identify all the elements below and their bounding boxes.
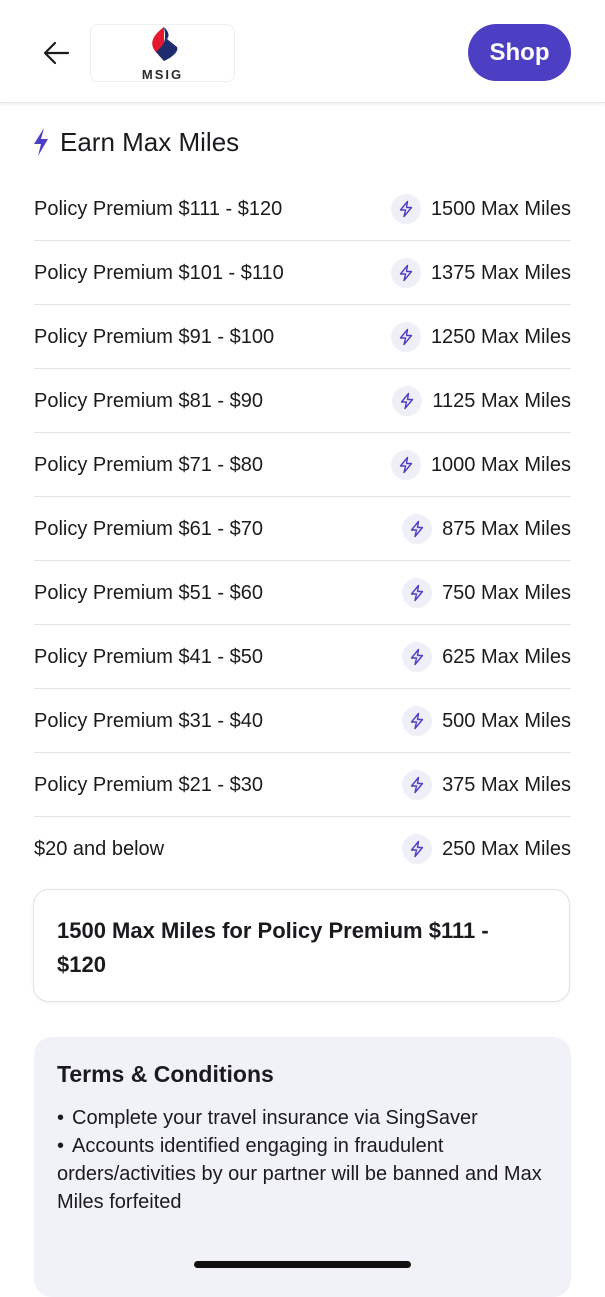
terms-list: Complete your travel insurance via SingS… xyxy=(57,1104,549,1216)
terms-item: Accounts identified engaging in fraudule… xyxy=(57,1132,549,1216)
section-title: Earn Max Miles xyxy=(60,126,240,157)
shop-button[interactable]: Shop xyxy=(468,24,571,81)
arrow-left-icon xyxy=(43,41,70,65)
tier-row: Policy Premium $41 - $50 625 Max Miles xyxy=(34,626,571,689)
tier-label: Policy Premium $91 - $100 xyxy=(34,325,275,348)
tier-label: Policy Premium $81 - $90 xyxy=(34,389,263,412)
tier-miles: 1000 Max Miles xyxy=(430,453,571,476)
tier-miles: 500 Max Miles xyxy=(442,709,571,732)
tier-label: $20 and below xyxy=(34,837,165,860)
tier-row: Policy Premium $51 - $60 750 Max Miles xyxy=(34,562,571,625)
tier-miles: 1125 Max Miles xyxy=(432,389,571,412)
tier-reward: 1250 Max Miles xyxy=(390,322,571,352)
lightning-bolt-icon xyxy=(390,450,421,480)
tier-miles: 1250 Max Miles xyxy=(430,325,571,348)
tier-miles: 1500 Max Miles xyxy=(430,197,571,220)
lightning-bolt-icon xyxy=(390,258,421,288)
tier-miles: 625 Max Miles xyxy=(442,645,571,668)
earn-max-miles-heading: Earn Max Miles xyxy=(32,122,239,162)
logo-text: MSIG xyxy=(141,67,184,82)
tier-row: Policy Premium $91 - $100 1250 Max Miles xyxy=(34,306,571,369)
terms-item: Complete your travel insurance via SingS… xyxy=(57,1104,549,1132)
tier-reward: 750 Max Miles xyxy=(402,578,571,608)
miles-tier-list: Policy Premium $111 - $120 1500 Max Miles… xyxy=(34,178,571,881)
tier-row: $20 and below 250 Max Miles xyxy=(34,818,571,880)
lightning-bolt-icon xyxy=(402,706,433,736)
tier-reward: 500 Max Miles xyxy=(402,706,571,736)
tier-label: Policy Premium $41 - $50 xyxy=(34,645,263,668)
tier-row: Policy Premium $81 - $90 1125 Max Miles xyxy=(34,370,571,433)
lightning-bolt-icon xyxy=(390,322,421,352)
summary-text: 1500 Max Miles for Policy Premium $111 -… xyxy=(57,918,489,977)
tier-miles: 1375 Max Miles xyxy=(430,261,571,284)
home-indicator xyxy=(194,1261,411,1268)
tier-reward: 1125 Max Miles xyxy=(392,386,571,416)
lightning-bolt-icon xyxy=(402,514,433,544)
tier-miles: 875 Max Miles xyxy=(442,517,571,540)
tier-label: Policy Premium $111 - $120 xyxy=(34,197,283,220)
tier-label: Policy Premium $71 - $80 xyxy=(34,453,263,476)
tier-reward: 250 Max Miles xyxy=(402,834,571,864)
tier-label: Policy Premium $51 - $60 xyxy=(34,581,263,604)
tier-row: Policy Premium $111 - $120 1500 Max Miles xyxy=(34,178,571,241)
tier-label: Policy Premium $61 - $70 xyxy=(34,517,263,540)
lightning-bolt-icon xyxy=(402,578,433,608)
lightning-bolt-icon xyxy=(392,386,423,416)
tier-row: Policy Premium $21 - $30 375 Max Miles xyxy=(34,754,571,817)
top-bar: MSIG Shop xyxy=(0,0,605,103)
tier-label: Policy Premium $21 - $30 xyxy=(34,773,263,796)
lightning-bolt-icon xyxy=(390,194,421,224)
back-button[interactable] xyxy=(40,36,74,70)
tier-row: Policy Premium $61 - $70 875 Max Miles xyxy=(34,498,571,561)
tier-row: Policy Premium $31 - $40 500 Max Miles xyxy=(34,690,571,753)
tier-label: Policy Premium $31 - $40 xyxy=(34,709,263,732)
lightning-bolt-icon xyxy=(402,834,433,864)
tier-miles: 750 Max Miles xyxy=(442,581,571,604)
tier-reward: 1500 Max Miles xyxy=(390,194,571,224)
tier-reward: 875 Max Miles xyxy=(402,514,571,544)
terms-title: Terms & Conditions xyxy=(57,1061,274,1087)
tier-reward: 625 Max Miles xyxy=(402,642,571,672)
lightning-bolt-icon xyxy=(402,770,433,800)
tier-reward: 1375 Max Miles xyxy=(390,258,571,288)
tier-reward: 1000 Max Miles xyxy=(390,450,571,480)
tier-miles: 375 Max Miles xyxy=(442,773,571,796)
tier-reward: 375 Max Miles xyxy=(402,770,571,800)
tier-row: Policy Premium $101 - $110 1375 Max Miles xyxy=(34,242,571,305)
lightning-bolt-icon xyxy=(402,642,433,672)
msig-logo-icon xyxy=(152,27,178,61)
selected-tier-summary: 1500 Max Miles for Policy Premium $111 -… xyxy=(33,889,570,1002)
tier-label: Policy Premium $101 - $110 xyxy=(34,261,284,284)
terms-and-conditions: Terms & Conditions Complete your travel … xyxy=(34,1037,571,1297)
merchant-logo: MSIG xyxy=(90,24,235,82)
tier-miles: 250 Max Miles xyxy=(442,837,571,860)
tier-row: Policy Premium $71 - $80 1000 Max Miles xyxy=(34,434,571,497)
lightning-bolt-icon xyxy=(34,128,48,156)
